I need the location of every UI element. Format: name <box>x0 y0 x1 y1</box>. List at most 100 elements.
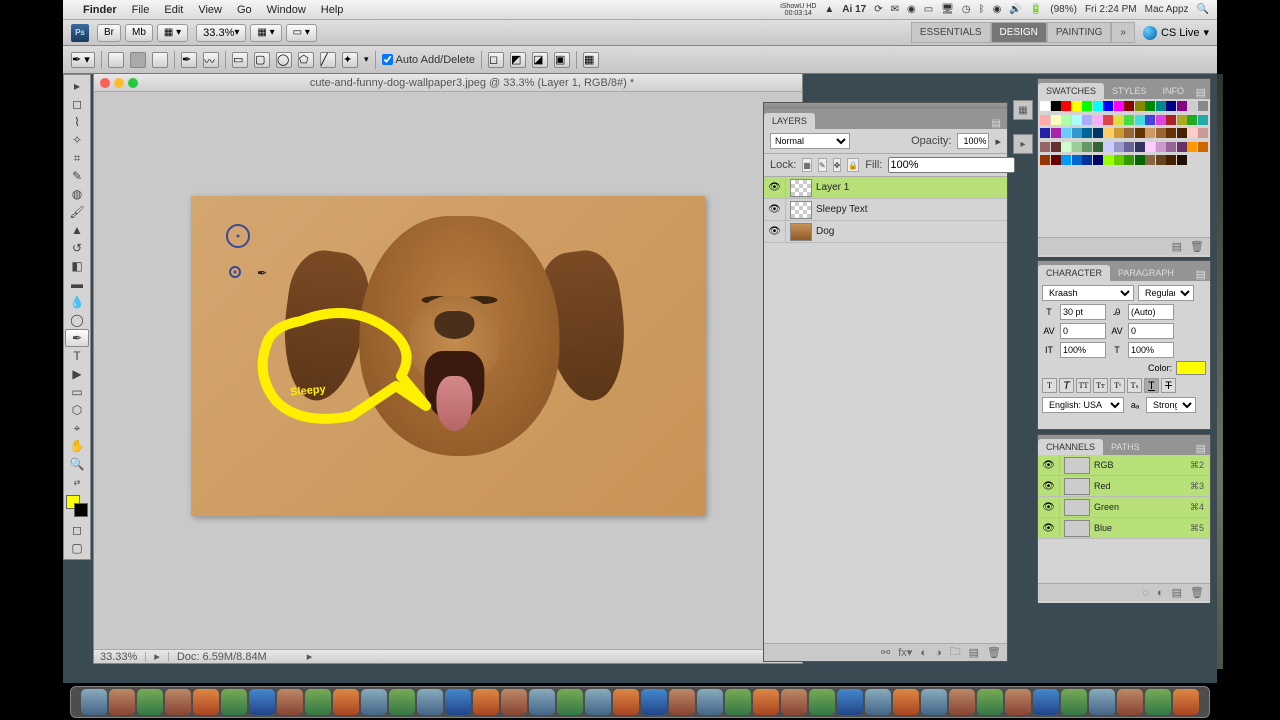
layer-row[interactable]: 👁 Layer 1 <box>764 177 1007 199</box>
trash-icon[interactable]: 🗑 <box>987 646 1001 659</box>
fx-icon[interactable]: fx▾ <box>898 646 912 659</box>
dock-icon[interactable] <box>137 689 163 715</box>
language-select[interactable]: English: USA <box>1042 397 1124 413</box>
swatch[interactable] <box>1156 115 1166 125</box>
workspace-design[interactable]: DESIGN <box>991 22 1047 43</box>
swatch[interactable] <box>1051 101 1061 111</box>
dock-icon[interactable] <box>781 689 807 715</box>
mac-dock[interactable] <box>70 686 1210 718</box>
swatch[interactable] <box>1145 155 1155 165</box>
text-color-swatch[interactable] <box>1176 361 1206 375</box>
dodge-tool[interactable]: ◯ <box>65 311 89 329</box>
channel-row[interactable]: 👁Green⌘4 <box>1038 497 1210 518</box>
swatch[interactable] <box>1093 128 1103 138</box>
panel-menu-icon[interactable]: ▤ <box>1196 268 1206 281</box>
arrange-docs-button[interactable]: ▦ ▾ <box>250 24 281 42</box>
menu-go[interactable]: Go <box>237 4 252 16</box>
history-icon[interactable]: ▦ <box>1013 100 1033 120</box>
font-style-select[interactable]: Regular <box>1138 285 1194 301</box>
timemachine-icon[interactable]: ◷ <box>962 4 971 15</box>
faux-italic[interactable]: T <box>1059 378 1074 393</box>
swatch[interactable] <box>1051 115 1061 125</box>
layer-name[interactable]: Dog <box>816 226 834 237</box>
quickmask-tool[interactable]: ◻ <box>65 521 89 539</box>
zoom-level[interactable]: 33.3% ▾ <box>196 24 246 42</box>
swatch[interactable] <box>1114 115 1124 125</box>
screen-mode-button[interactable]: ▭ ▾ <box>286 24 317 42</box>
app-menu[interactable]: Finder <box>83 4 117 16</box>
tab-channels[interactable]: CHANNELS <box>1038 439 1103 455</box>
swatch[interactable] <box>1177 128 1187 138</box>
dock-icon[interactable] <box>837 689 863 715</box>
tab-swatches[interactable]: SWATCHES <box>1038 83 1104 99</box>
opacity-input[interactable] <box>957 133 989 149</box>
3d-tool[interactable]: ⬡ <box>65 401 89 419</box>
swatch[interactable] <box>1040 128 1050 138</box>
swatch[interactable] <box>1166 101 1176 111</box>
swatch[interactable] <box>1135 101 1145 111</box>
minimize-icon[interactable] <box>114 78 124 88</box>
dock-icon[interactable] <box>221 689 247 715</box>
swatch[interactable] <box>1124 128 1134 138</box>
pokeball-icon[interactable]: ◉ <box>907 4 916 15</box>
all-caps[interactable]: TT <box>1076 378 1091 393</box>
swatch[interactable] <box>1093 155 1103 165</box>
path-mode-fill[interactable] <box>152 52 168 68</box>
zoom-tool[interactable]: 🔍 <box>65 455 89 473</box>
swatch[interactable] <box>1051 142 1061 152</box>
swatch[interactable] <box>1166 155 1176 165</box>
dock-icon[interactable] <box>1005 689 1031 715</box>
new-layer-icon[interactable]: ▤ <box>969 646 979 659</box>
dock-icon[interactable] <box>529 689 555 715</box>
blend-mode-select[interactable]: Normal <box>770 133 850 149</box>
swatch[interactable] <box>1093 101 1103 111</box>
dock-icon[interactable] <box>1089 689 1115 715</box>
tab-character[interactable]: CHARACTER <box>1038 265 1110 281</box>
dock-icon[interactable] <box>333 689 359 715</box>
swatch[interactable] <box>1114 142 1124 152</box>
eyedropper-tool[interactable]: ✎ <box>65 167 89 185</box>
small-caps[interactable]: Tᴛ <box>1093 378 1108 393</box>
path-mode-shape[interactable] <box>108 52 124 68</box>
swatch[interactable] <box>1145 128 1155 138</box>
gradient-tool[interactable]: ▬ <box>65 275 89 293</box>
visibility-toggle[interactable]: 👁 <box>764 199 786 221</box>
shape-rect[interactable]: ▭ <box>232 52 248 68</box>
dock-icon[interactable] <box>81 689 107 715</box>
group-icon[interactable]: 🗀 <box>950 643 961 662</box>
user-menu[interactable]: Mac Appz <box>1145 4 1189 15</box>
shape-tool[interactable]: ▭ <box>65 383 89 401</box>
mask-icon[interactable]: ◐ <box>920 647 927 659</box>
swatch[interactable] <box>1156 128 1166 138</box>
wifi-icon[interactable]: ◉ <box>993 4 1002 15</box>
menu-edit[interactable]: Edit <box>164 4 183 16</box>
swatch[interactable] <box>1187 115 1197 125</box>
dock-icon[interactable] <box>193 689 219 715</box>
swatch[interactable] <box>1114 155 1124 165</box>
lock-position[interactable]: ✥ <box>833 158 842 172</box>
trash-icon[interactable]: 🗑 <box>1190 240 1204 253</box>
sync-icon[interactable]: ⟳ <box>874 4 882 15</box>
launch-minibridge-button[interactable]: Mb <box>125 24 153 42</box>
pen-anchor-1[interactable] <box>226 224 250 248</box>
menu-help[interactable]: Help <box>321 4 344 16</box>
visibility-toggle[interactable]: 👁 <box>764 221 786 243</box>
pen-tool[interactable]: ✒ <box>65 329 89 347</box>
swatch[interactable] <box>1156 101 1166 111</box>
swatch[interactable] <box>1145 142 1155 152</box>
swatch[interactable] <box>1187 142 1197 152</box>
swatch[interactable] <box>1187 128 1197 138</box>
swatch[interactable] <box>1145 101 1155 111</box>
background-color[interactable] <box>74 503 88 517</box>
swatch[interactable] <box>1124 142 1134 152</box>
swatch[interactable] <box>1156 155 1166 165</box>
swatch[interactable] <box>1103 142 1113 152</box>
status-arrow[interactable]: ▸ <box>307 650 313 663</box>
channel-row[interactable]: 👁Blue⌘5 <box>1038 518 1210 539</box>
swatch[interactable] <box>1061 155 1071 165</box>
dock-icon[interactable] <box>501 689 527 715</box>
tab-paragraph[interactable]: PARAGRAPH <box>1110 265 1182 281</box>
dock-icon[interactable] <box>361 689 387 715</box>
menu-view[interactable]: View <box>198 4 222 16</box>
swatch[interactable] <box>1156 142 1166 152</box>
